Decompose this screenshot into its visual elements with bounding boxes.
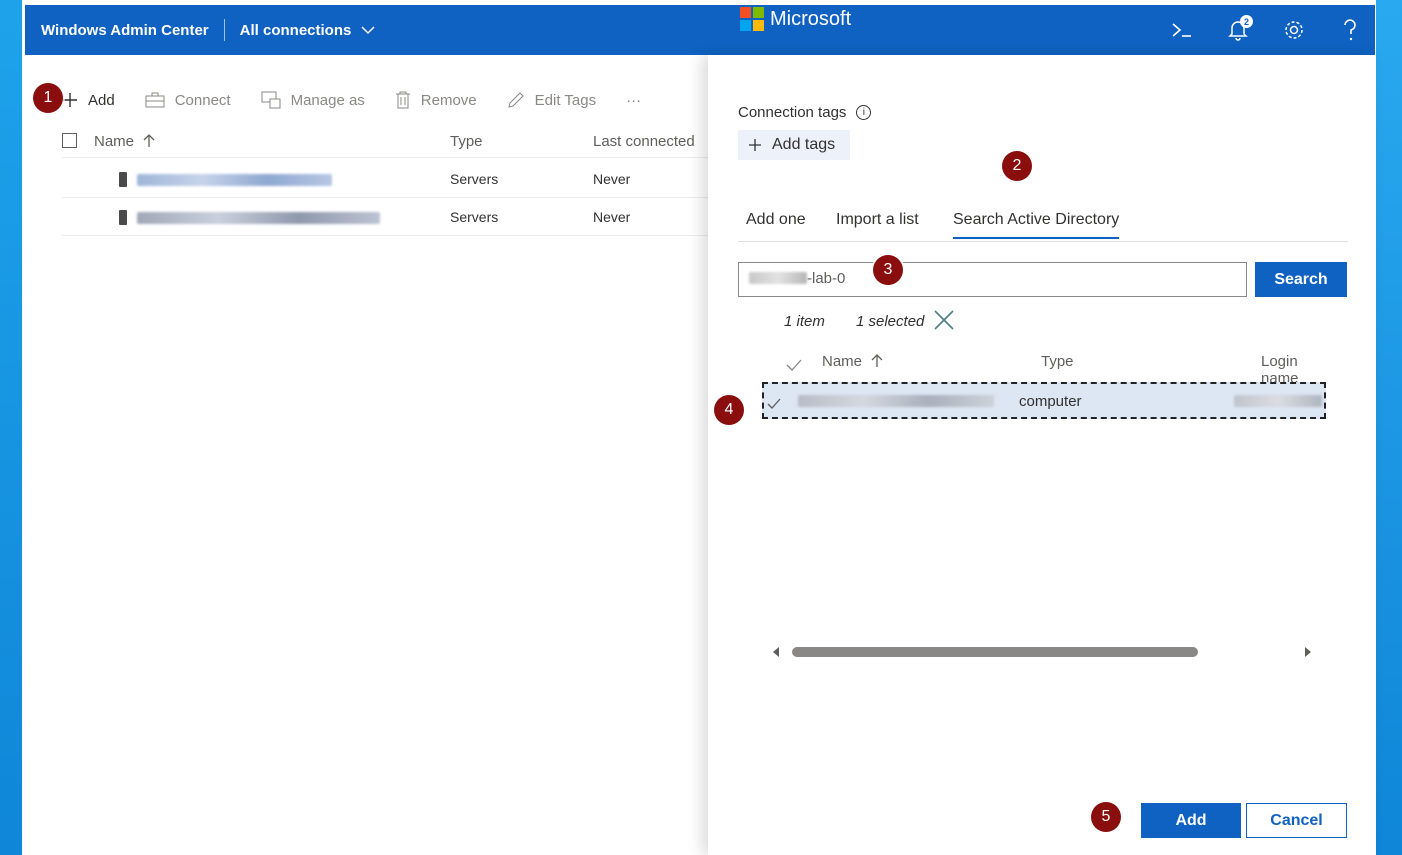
row-last-connected: Never xyxy=(593,171,631,187)
desktop-background-right xyxy=(1376,0,1402,855)
row-last-connected: Never xyxy=(593,209,631,225)
manage-as-button[interactable]: Manage as xyxy=(261,91,365,109)
search-button[interactable]: Search xyxy=(1255,262,1347,297)
tab-add-one[interactable]: Add one xyxy=(746,211,806,229)
add-connection-panel: Connection tags i Add tags Add one Impor… xyxy=(708,55,1376,855)
edit-tags-button[interactable]: Edit Tags xyxy=(507,91,596,109)
scrollbar-thumb[interactable] xyxy=(792,647,1198,657)
sort-ascending-icon xyxy=(143,134,155,147)
step-marker-3: 3 xyxy=(873,255,903,285)
header-actions: 2 xyxy=(1169,5,1363,55)
result-name-redacted xyxy=(798,395,994,407)
pencil-icon xyxy=(507,92,524,108)
app-title[interactable]: Windows Admin Center xyxy=(41,22,209,39)
notifications-bell-icon[interactable]: 2 xyxy=(1225,15,1253,43)
column-header-last-connected[interactable]: Last connected xyxy=(593,133,695,150)
manage-as-icon xyxy=(261,91,281,109)
row-type: Servers xyxy=(450,171,499,187)
select-all-checkbox[interactable] xyxy=(62,133,77,148)
header-divider xyxy=(223,19,225,41)
column-header-name[interactable]: Name xyxy=(94,133,156,150)
add-tags-label: Add tags xyxy=(772,136,836,153)
server-icon xyxy=(119,210,127,225)
clear-selection-close-icon[interactable] xyxy=(932,308,956,337)
tab-import-list[interactable]: Import a list xyxy=(836,211,919,229)
all-connections-dropdown[interactable]: All connections xyxy=(240,22,376,39)
step-marker-4: 4 xyxy=(714,395,744,425)
column-name-label: Name xyxy=(94,133,135,150)
briefcase-icon xyxy=(145,92,165,108)
server-name-link-redacted[interactable] xyxy=(137,211,380,227)
add-button[interactable]: Add xyxy=(62,92,115,109)
microsoft-logo-icon xyxy=(740,7,764,31)
more-actions-button[interactable]: ··· xyxy=(626,92,641,109)
add-tags-button[interactable]: Add tags xyxy=(738,130,850,160)
table-row[interactable]: Servers Never xyxy=(62,160,722,198)
cancel-button[interactable]: Cancel xyxy=(1246,803,1347,838)
connection-tags-text: Connection tags xyxy=(738,104,847,121)
top-header-bar: Windows Admin Center All connections Mic… xyxy=(25,5,1375,55)
scroll-right-arrow-icon[interactable] xyxy=(1304,646,1312,658)
add-confirm-button[interactable]: Add xyxy=(1141,803,1241,838)
plus-icon xyxy=(63,93,77,107)
connect-button-label: Connect xyxy=(174,91,231,109)
connections-toolbar: Add Connect Manage as Remove Edit Tags ·… xyxy=(62,86,641,114)
notification-count-badge: 2 xyxy=(1240,15,1253,28)
result-row-selected[interactable]: computer xyxy=(762,382,1326,419)
results-table-header: Name Type Login name xyxy=(760,347,1326,387)
column-header-type[interactable]: Type xyxy=(450,133,483,150)
chevron-down-icon xyxy=(361,26,375,35)
desktop-background-left xyxy=(0,0,22,855)
results-column-name-label: Name xyxy=(822,353,863,370)
sort-ascending-icon xyxy=(871,354,883,367)
step-marker-5: 5 xyxy=(1091,802,1121,832)
more-icon: ··· xyxy=(626,91,642,109)
all-connections-label: All connections xyxy=(239,21,352,39)
selected-count: 1 selected xyxy=(856,313,925,330)
settings-gear-icon[interactable] xyxy=(1281,17,1307,43)
step-marker-1: 1 xyxy=(33,83,63,113)
connect-button[interactable]: Connect xyxy=(145,92,231,109)
manage-as-button-label: Manage as xyxy=(290,91,365,109)
results-horizontal-scrollbar[interactable] xyxy=(772,645,1312,659)
search-value-redacted xyxy=(749,272,807,284)
result-type: computer xyxy=(1019,393,1082,410)
select-all-check-icon[interactable] xyxy=(786,359,802,371)
tab-search-active-directory[interactable]: Search Active Directory xyxy=(953,211,1120,239)
microsoft-brand-label: Microsoft xyxy=(770,7,852,30)
help-question-icon[interactable] xyxy=(1337,17,1363,43)
plus-icon xyxy=(749,139,761,151)
add-button-label: Add xyxy=(88,91,115,109)
result-login-name-redacted xyxy=(1234,395,1322,407)
server-name-link-redacted[interactable] xyxy=(137,173,332,189)
add-method-tabs: Add one Import a list Search Active Dire… xyxy=(738,205,1348,242)
row-type: Servers xyxy=(450,209,499,225)
connections-table-header: Name Type Last connected xyxy=(62,128,722,158)
server-icon xyxy=(119,172,127,187)
results-column-type[interactable]: Type xyxy=(1041,353,1074,370)
powershell-icon[interactable] xyxy=(1169,17,1195,43)
results-column-name[interactable]: Name xyxy=(822,353,884,370)
trash-icon xyxy=(395,91,410,109)
remove-button-label: Remove xyxy=(420,91,477,109)
remove-button[interactable]: Remove xyxy=(395,91,477,109)
microsoft-brand: Microsoft xyxy=(740,7,851,31)
search-value-suffix: -lab-0 xyxy=(807,270,846,287)
result-item-count: 1 item xyxy=(784,313,825,330)
step-marker-2: 2 xyxy=(1002,151,1032,181)
info-icon[interactable]: i xyxy=(856,105,872,120)
connection-tags-label: Connection tags i xyxy=(738,104,872,121)
ad-search-input[interactable]: -lab-0 xyxy=(738,262,1247,297)
scroll-left-arrow-icon[interactable] xyxy=(772,646,780,658)
browser-window: Windows Admin Center All connections Mic… xyxy=(22,0,1376,855)
table-row[interactable]: Servers Never xyxy=(62,198,722,236)
row-check-icon xyxy=(767,398,781,409)
edit-tags-button-label: Edit Tags xyxy=(534,91,597,109)
